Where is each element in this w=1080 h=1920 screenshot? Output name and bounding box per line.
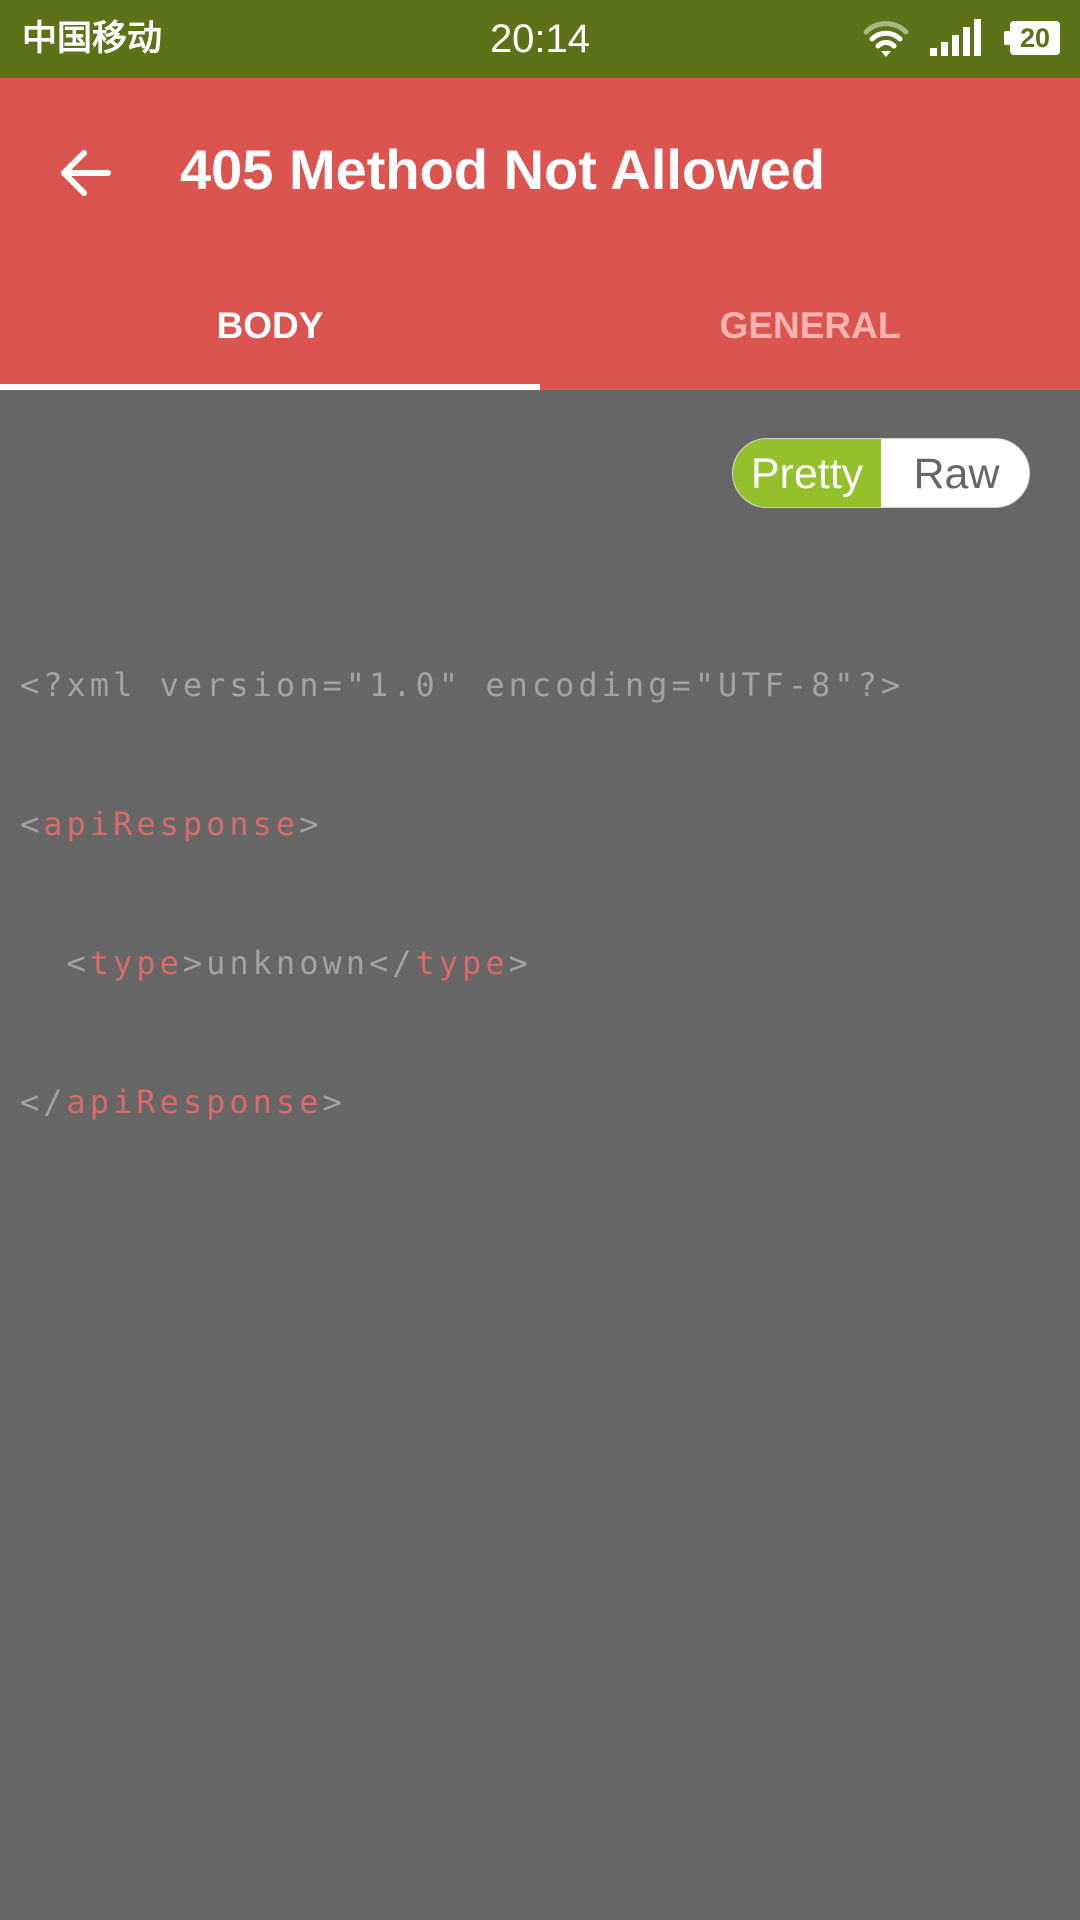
root-tag-name: apiResponse [43, 805, 300, 843]
xml-root-close: </apiResponse> [20, 1083, 346, 1121]
raw-button[interactable]: Raw [882, 439, 1029, 507]
response-body: <?xml version="1.0" encoding="UTF-8"?> <… [20, 578, 904, 1172]
tab-body[interactable]: BODY [0, 270, 540, 382]
xml-child-line: <type>unknown</type> [20, 944, 532, 982]
wifi-icon [862, 18, 910, 58]
back-button[interactable] [40, 128, 130, 218]
tab-general[interactable]: GENERAL [540, 270, 1080, 382]
pretty-button[interactable]: Pretty [733, 439, 881, 507]
page-title: 405 Method Not Allowed [180, 138, 826, 201]
view-mode-toggle: Pretty Raw [732, 438, 1030, 508]
xml-declaration: <?xml version="1.0" encoding="UTF-8"?> [20, 666, 905, 704]
status-time: 20:14 [489, 17, 591, 61]
child-value: unknown [206, 944, 369, 982]
child-tag-name: type [89, 944, 183, 982]
active-tab-indicator [0, 384, 540, 390]
battery-icon: 20 [1004, 21, 1060, 55]
app-bar: 405 Method Not Allowed BODY GENERAL [0, 78, 1080, 390]
battery-level: 20 [1019, 23, 1051, 53]
child-tag-close-name: type [415, 944, 509, 982]
root-tag-close-name: apiResponse [66, 1083, 323, 1121]
signal-icon [928, 18, 984, 58]
status-bar: 中国移动 20:14 20 [0, 0, 1080, 78]
xml-root-open: <apiResponse> [20, 805, 323, 843]
